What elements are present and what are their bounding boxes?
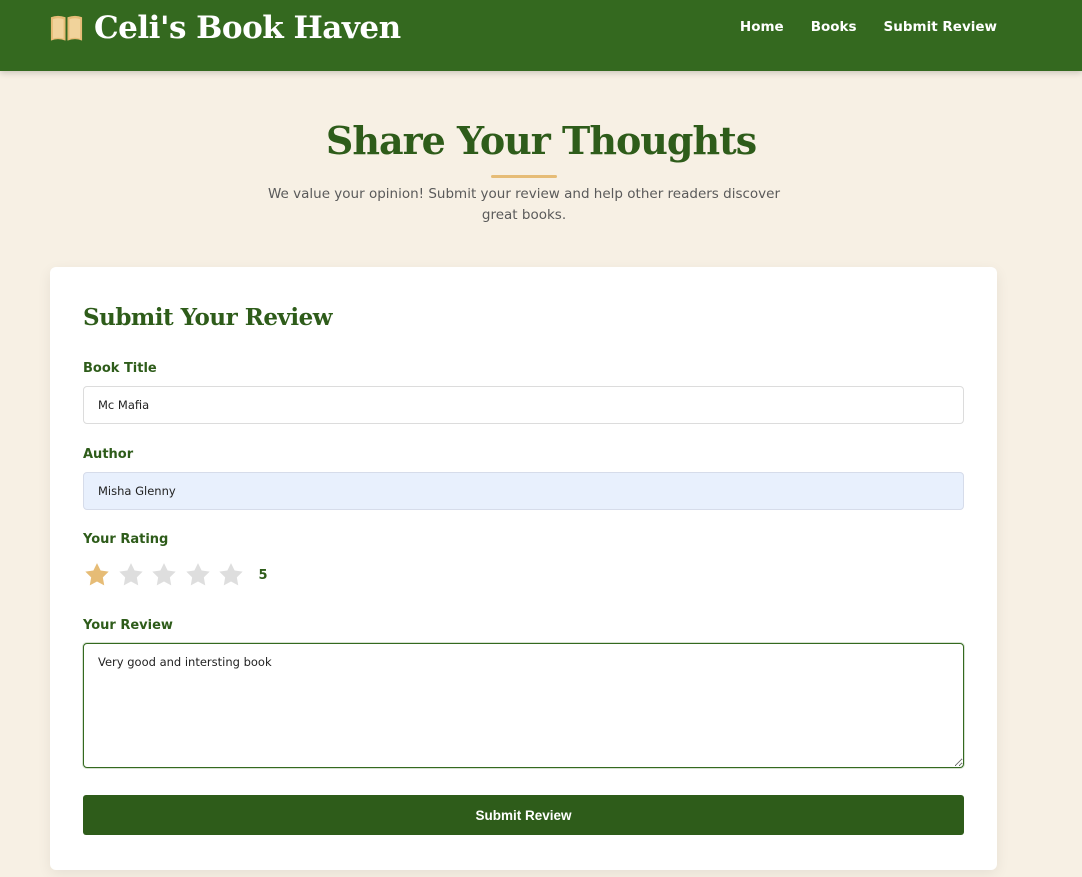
hero-underline [491, 175, 557, 178]
author-label: Author [83, 447, 134, 462]
book-title-label: Book Title [83, 361, 157, 376]
review-label: Your Review [83, 618, 173, 633]
open-book-icon [50, 15, 83, 41]
nav-link-home[interactable]: Home [740, 18, 784, 36]
hero-title: Share Your Thoughts [325, 118, 757, 163]
star-icon[interactable] [117, 561, 145, 589]
brand[interactable]: Celi's Book Haven [49, 8, 401, 48]
rating-label: Your Rating [83, 532, 169, 547]
review-form-card: Submit Your Review Book Title Author You… [50, 267, 997, 870]
form-title: Submit Your Review [83, 304, 333, 331]
star-icon[interactable] [184, 561, 212, 589]
star-icon[interactable] [150, 561, 178, 589]
star-rating: 5 [83, 559, 268, 591]
star-icon[interactable] [217, 561, 245, 589]
nav-link-submit-review[interactable]: Submit Review [884, 18, 997, 36]
nav-link-books[interactable]: Books [811, 18, 857, 36]
brand-name: Celi's Book Haven [94, 10, 401, 46]
hero-subtitle: We value your opinion! Submit your revie… [267, 186, 781, 223]
rating-value: 5 [258, 567, 268, 583]
submit-review-button[interactable]: Submit Review [83, 795, 964, 835]
nav-links: Home Books Submit Review [740, 18, 997, 36]
star-icon[interactable] [83, 561, 111, 589]
book-title-input[interactable] [83, 386, 964, 424]
review-textarea[interactable]: Very good and intersting book [83, 643, 964, 768]
navbar: Celi's Book Haven Home Books Submit Revi… [0, 0, 1082, 71]
author-input[interactable] [83, 472, 964, 510]
